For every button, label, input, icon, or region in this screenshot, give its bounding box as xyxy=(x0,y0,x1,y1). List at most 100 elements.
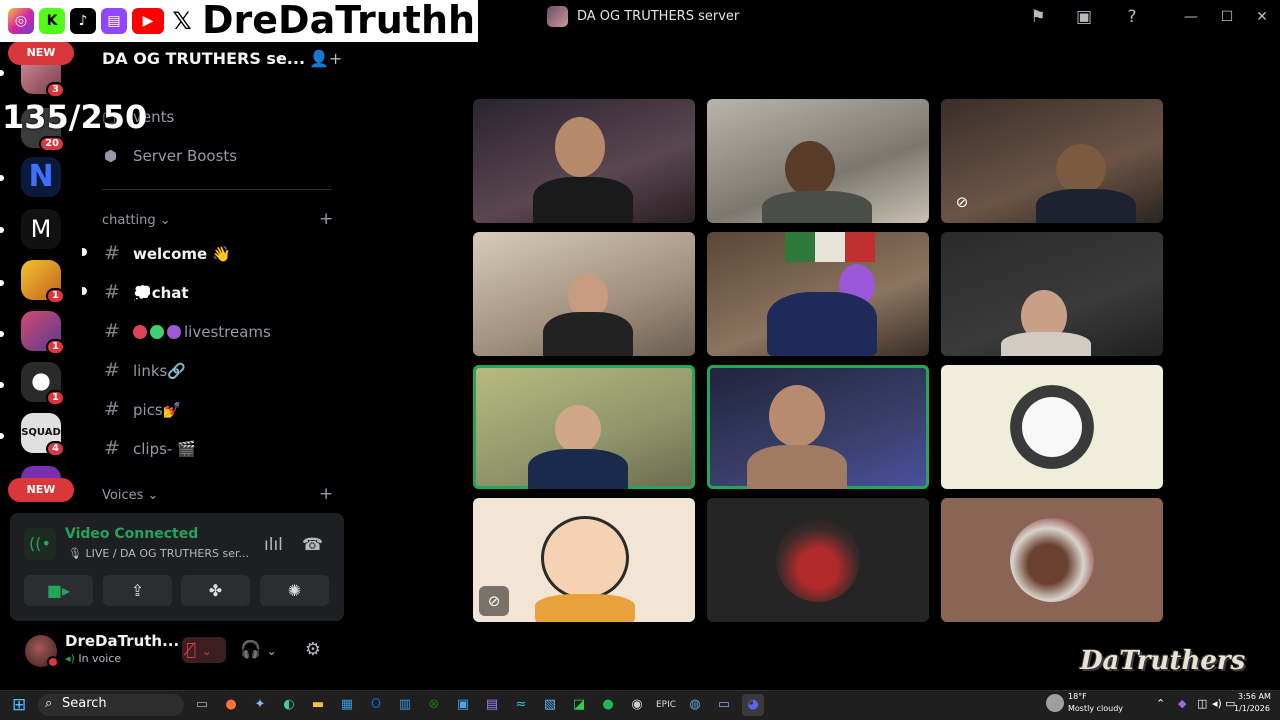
maximize-button[interactable]: ☐ xyxy=(1216,6,1238,28)
video-tile[interactable]: ⊘ xyxy=(941,99,1163,223)
flag-icon[interactable]: ⚑ xyxy=(1027,6,1049,28)
network-icon[interactable]: ◫ xyxy=(1197,697,1207,710)
video-tile[interactable] xyxy=(473,232,695,356)
gear-icon[interactable]: ⚙ xyxy=(300,637,326,663)
app-icon[interactable]: ▥ xyxy=(394,694,416,716)
mic-icon: 🎙 xyxy=(68,547,82,560)
server-badge: 3 xyxy=(46,82,65,98)
video-tile[interactable] xyxy=(941,498,1163,622)
channel-welcome[interactable]: # welcome 👋 xyxy=(102,237,342,269)
chevron-down-icon[interactable]: ⌄ xyxy=(274,49,284,63)
participant-avatar xyxy=(1010,385,1094,469)
hash-icon: # xyxy=(104,242,120,264)
channel-links[interactable]: # links🔗 xyxy=(102,354,342,386)
invite-icon[interactable]: 👤+ xyxy=(309,49,342,68)
channel-livestreams[interactable]: # livestreams xyxy=(102,315,342,347)
app-icon[interactable]: ▧ xyxy=(539,694,561,716)
video-tile[interactable] xyxy=(941,232,1163,356)
app-icon[interactable]: ▭ xyxy=(713,694,735,716)
outlook-icon[interactable]: O xyxy=(365,694,387,716)
help-icon[interactable]: ? xyxy=(1121,6,1143,28)
activities-icon: ✤ xyxy=(208,581,223,600)
spotify-icon[interactable]: ● xyxy=(597,694,619,716)
firefox-icon[interactable]: ● xyxy=(220,694,242,716)
channel-pics[interactable]: # pics💅 xyxy=(102,393,342,425)
tray-app-icon[interactable]: ◆ xyxy=(1178,697,1186,710)
new-unreads-pill[interactable]: NEW xyxy=(8,41,74,65)
participant-avatar xyxy=(776,518,860,602)
hash-icon: # xyxy=(104,320,120,342)
voice-channel-name[interactable]: 🎙 LIVE / DA OG TRUTHERS ser... xyxy=(68,547,249,560)
file-explorer-icon[interactable]: ▬ xyxy=(307,694,329,716)
server-badge: 1 xyxy=(46,288,65,304)
clock-time[interactable]: 3:56 AM xyxy=(1238,692,1271,701)
channel-chat[interactable]: # 💭chat xyxy=(102,276,342,308)
windows-start-icon[interactable]: ⊞ xyxy=(12,695,32,715)
server-icon[interactable]: 1 xyxy=(21,362,65,406)
username[interactable]: DreDaTruth... xyxy=(65,632,179,650)
deafen-button[interactable]: 🎧 ⌄ xyxy=(240,637,288,663)
taskbar-search[interactable] xyxy=(38,694,184,716)
channel-name: pics xyxy=(133,401,163,419)
camera-button[interactable]: ■▸ xyxy=(24,575,93,606)
volume-icon[interactable]: ◂) xyxy=(1212,697,1222,710)
screen-share-button[interactable]: ⇪ xyxy=(103,575,172,606)
category-voices[interactable]: Voices ⌄ xyxy=(102,488,158,503)
signal-icon[interactable]: ((• xyxy=(24,528,56,560)
server-icon[interactable]: 1 xyxy=(21,311,65,355)
server-icon[interactable]: SQUAD 4 xyxy=(21,413,65,457)
video-tile[interactable] xyxy=(707,232,929,356)
store-icon[interactable]: ▦ xyxy=(336,694,358,716)
app-icon[interactable]: EPIC xyxy=(655,694,677,716)
inbox-icon[interactable]: ▣ xyxy=(1073,6,1095,28)
soundboard-icon: ✺ xyxy=(287,581,302,600)
disconnect-icon[interactable]: ☎ xyxy=(302,535,323,555)
hash-icon: # xyxy=(104,359,120,381)
noise-suppression-icon[interactable]: ılıl xyxy=(264,535,283,555)
video-tile[interactable] xyxy=(941,365,1163,489)
soundboard-button[interactable]: ✺ xyxy=(260,575,329,606)
video-tile[interactable] xyxy=(707,99,929,223)
video-tile-speaking[interactable] xyxy=(473,365,695,489)
server-boosts-row[interactable]: ⬢ Server Boosts xyxy=(102,147,237,165)
voice-channel-label: LIVE / DA OG TRUTHERS ser... xyxy=(85,547,249,560)
channel-emoji: 👋 xyxy=(211,245,231,263)
channel-name: livestreams xyxy=(184,323,271,341)
server-icon[interactable]: 1 xyxy=(21,260,65,304)
app-icon[interactable]: ◪ xyxy=(568,694,590,716)
discord-icon[interactable]: ◕ xyxy=(742,694,764,716)
weather-temp[interactable]: 18°F xyxy=(1068,692,1087,701)
hash-icon: # xyxy=(104,437,120,459)
mute-button[interactable]: 🎙̸ ⌄ xyxy=(182,637,226,663)
minimize-button[interactable]: — xyxy=(1180,6,1202,28)
server-icon[interactable]: N xyxy=(21,157,61,197)
add-channel-icon[interactable]: + xyxy=(319,209,333,229)
chevron-up-icon[interactable]: ⌃ xyxy=(1156,697,1165,710)
video-tile[interactable] xyxy=(707,498,929,622)
edge-icon[interactable]: ◐ xyxy=(278,694,300,716)
server-icon[interactable]: M xyxy=(21,209,61,249)
video-tile[interactable]: ⊘ xyxy=(473,498,695,622)
steam-icon[interactable]: ◍ xyxy=(684,694,706,716)
app-icon[interactable]: ≈ xyxy=(510,694,532,716)
new-unreads-pill[interactable]: NEW xyxy=(8,478,74,502)
channel-clips[interactable]: # clips- 🎬 xyxy=(102,432,342,464)
close-button[interactable]: ✕ xyxy=(1251,6,1273,28)
voice-status[interactable]: Video Connected xyxy=(65,526,198,542)
activities-button[interactable]: ✤ xyxy=(181,575,250,606)
app-icon[interactable]: ▤ xyxy=(481,694,503,716)
clock-date[interactable]: 1/1/2026 xyxy=(1234,704,1270,713)
screen-share-icon: ⇪ xyxy=(130,581,145,600)
channel-emoji: 🎬 xyxy=(177,440,196,458)
weather-icon[interactable] xyxy=(1046,694,1064,712)
video-tile-speaking[interactable] xyxy=(707,365,929,489)
copilot-icon[interactable]: ✦ xyxy=(249,694,271,716)
category-chatting[interactable]: chatting ⌄ xyxy=(102,213,171,228)
app-icon[interactable]: ▣ xyxy=(452,694,474,716)
video-tile[interactable] xyxy=(473,99,695,223)
weather-desc[interactable]: Mostly cloudy xyxy=(1068,704,1123,713)
xbox-icon[interactable]: ⊗ xyxy=(423,694,445,716)
add-channel-icon[interactable]: + xyxy=(319,484,333,504)
obs-icon[interactable]: ◉ xyxy=(626,694,648,716)
task-view-icon[interactable]: ▭ xyxy=(191,694,213,716)
